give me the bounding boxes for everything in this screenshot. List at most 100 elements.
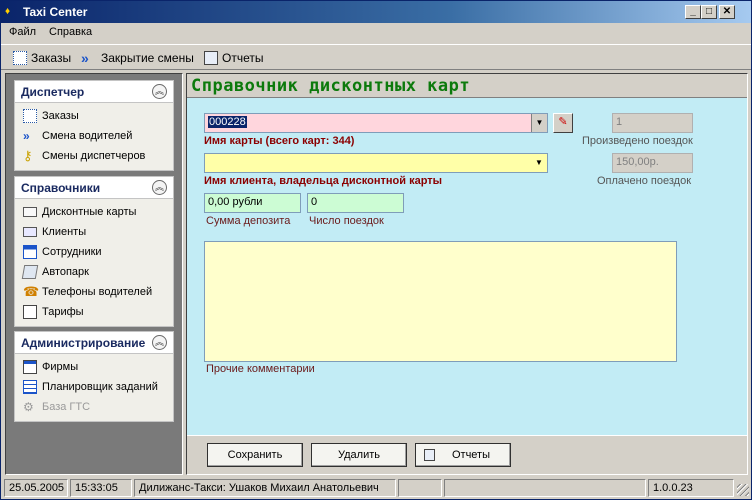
- card-name-value: 000228: [208, 116, 247, 128]
- toolbar-orders-button[interactable]: Заказы: [13, 50, 71, 66]
- trips-made-label: Произведено поездок: [582, 135, 693, 147]
- status-bar: 25.05.2005 15:33:05 Дилижанс-Такси: Ушак…: [1, 478, 751, 499]
- panel-dispatcher-header[interactable]: Диспетчер ︽: [15, 81, 173, 103]
- app-window: ♦ Taxi Center _ □ ✕ Файл Справка Заказы …: [0, 0, 752, 500]
- fleet-icon: [21, 265, 39, 279]
- sidebar-item-label: Тарифы: [42, 306, 84, 318]
- delete-button[interactable]: Удалить: [311, 443, 407, 467]
- menu-bar: Файл Справка: [1, 23, 751, 43]
- status-empty-1: [398, 479, 442, 497]
- toolbar-close-shift-button[interactable]: » Закрытие смены: [81, 50, 194, 66]
- toolbar-reports-button[interactable]: Отчеты: [204, 50, 263, 66]
- save-button[interactable]: Сохранить: [207, 443, 303, 467]
- key-icon: ⚷: [23, 148, 33, 163]
- sidebar-item-label: Сотрудники: [42, 246, 102, 258]
- panel-references: Справочники ︽ Дисконтные карты Клиенты С…: [14, 176, 174, 327]
- orders-icon: [23, 109, 37, 123]
- toolbar-orders-label: Заказы: [31, 51, 72, 65]
- comments-label: Прочие комментарии: [206, 363, 315, 375]
- edit-card-button[interactable]: ✎: [553, 113, 573, 133]
- menu-help[interactable]: Справка: [49, 26, 92, 38]
- sidebar-item-orders[interactable]: Заказы: [15, 106, 173, 126]
- sidebar-item-driver-shift[interactable]: » Смена водителей: [15, 126, 173, 146]
- discount-cards-form: Справочник дисконтных карт 000228 ▼ ✎ Им…: [186, 73, 748, 475]
- form-title-bar: Справочник дисконтных карт: [187, 74, 747, 98]
- panel-references-header[interactable]: Справочники ︽: [15, 177, 173, 199]
- resize-grip[interactable]: [737, 484, 749, 496]
- sidebar-item-fleet[interactable]: Автопарк: [15, 262, 173, 282]
- window-title: Taxi Center: [23, 5, 88, 19]
- close-button[interactable]: ✕: [719, 5, 735, 19]
- sidebar: Диспетчер ︽ Заказы » Смена водителей ⚷ Сме…: [5, 73, 183, 475]
- sidebar-item-tariffs[interactable]: Тарифы: [15, 302, 173, 322]
- panel-admin-header[interactable]: Администрирование ︽: [15, 332, 173, 354]
- sidebar-item-label: Телефоны водителей: [42, 286, 153, 298]
- sidebar-item-firms[interactable]: Фирмы: [15, 357, 173, 377]
- collapse-chevron-icon[interactable]: ︽: [152, 180, 167, 195]
- sidebar-item-label: Дисконтные карты: [42, 206, 137, 218]
- comments-textarea[interactable]: [204, 241, 677, 362]
- sidebar-item-task-scheduler[interactable]: Планировщик заданий: [15, 377, 173, 397]
- status-version: 1.0.0.23: [648, 479, 734, 497]
- deposit-label: Сумма депозита: [206, 215, 291, 227]
- report-icon: [204, 51, 218, 65]
- panel-dispatcher-title: Диспетчер: [21, 85, 85, 99]
- reports-button-label: Отчеты: [451, 449, 491, 461]
- sidebar-item-dispatcher-shifts[interactable]: ⚷ Смены диспетчеров: [15, 146, 173, 166]
- chevron-down-icon[interactable]: ▼: [531, 114, 547, 132]
- sidebar-item-label: Планировщик заданий: [42, 381, 158, 393]
- trips-count-field[interactable]: 0: [307, 193, 404, 213]
- panel-dispatcher: Диспетчер ︽ Заказы » Смена водителей ⚷ Сме…: [14, 80, 174, 171]
- page-title: Справочник дисконтных карт: [191, 76, 471, 96]
- collapse-chevron-icon[interactable]: ︽: [152, 335, 167, 350]
- orders-icon: [13, 51, 27, 65]
- sidebar-item-label: Автопарк: [42, 266, 89, 278]
- trips-made-field: 1: [612, 113, 693, 133]
- panel-admin-title: Администрирование: [21, 336, 146, 350]
- panel-references-title: Справочники: [21, 181, 101, 195]
- sidebar-item-label: Смены диспетчеров: [42, 150, 146, 162]
- status-user: Дилижанс-Такси: Ушаков Михаил Анатольеви…: [134, 479, 396, 497]
- sidebar-item-driver-phones[interactable]: ☎ Телефоны водителей: [15, 282, 173, 302]
- tariff-icon: [23, 305, 37, 319]
- double-arrow-icon: »: [81, 50, 89, 66]
- client-name-combo[interactable]: ▼: [204, 153, 548, 173]
- sidebar-item-label: Заказы: [42, 110, 79, 122]
- trips-paid-field: 150,00р.: [612, 153, 693, 173]
- form-button-bar: Сохранить Удалить Отчеты: [187, 435, 747, 474]
- trips-paid-label: Оплачено поездок: [597, 175, 692, 187]
- trips-count-label: Число поездок: [309, 215, 384, 227]
- report-icon: [424, 449, 435, 461]
- sidebar-item-gts-base: ⚙ База ГТС: [15, 397, 173, 417]
- client-name-label: Имя клиента, владельца дисконтной карты: [204, 175, 443, 187]
- deposit-field[interactable]: 0,00 рубли: [204, 193, 301, 213]
- minimize-button[interactable]: _: [685, 5, 701, 19]
- reports-button[interactable]: Отчеты: [415, 443, 511, 467]
- menu-file[interactable]: Файл: [9, 26, 36, 38]
- card-name-label: Имя карты (всего карт: 344): [204, 135, 355, 147]
- client-card-icon: [23, 227, 37, 237]
- sidebar-item-label: Смена водителей: [42, 130, 133, 142]
- panel-admin: Администрирование ︽ Фирмы Планировщик за…: [14, 331, 174, 422]
- title-bar: ♦ Taxi Center _ □ ✕: [1, 1, 751, 23]
- sidebar-item-discount-cards[interactable]: Дисконтные карты: [15, 202, 173, 222]
- card-name-combo[interactable]: 000228 ▼: [204, 113, 548, 133]
- card-icon: [23, 207, 37, 217]
- toolbar-close-shift-label: Закрытие смены: [101, 51, 194, 65]
- status-empty-2: [444, 479, 646, 497]
- maximize-button[interactable]: □: [701, 5, 717, 19]
- sidebar-item-clients[interactable]: Клиенты: [15, 222, 173, 242]
- status-time: 15:33:05: [70, 479, 132, 497]
- sidebar-item-label: Клиенты: [42, 226, 87, 238]
- chevron-down-icon[interactable]: ▼: [531, 154, 547, 172]
- employees-table-icon: [23, 245, 37, 259]
- toolbar-reports-label: Отчеты: [222, 51, 264, 65]
- collapse-chevron-icon[interactable]: ︽: [152, 84, 167, 99]
- sidebar-item-employees[interactable]: Сотрудники: [15, 242, 173, 262]
- calendar-icon: [23, 380, 37, 394]
- sidebar-item-label: Фирмы: [42, 361, 79, 373]
- database-icon: ⚙: [23, 400, 34, 414]
- taxi-app-icon: ♦: [5, 6, 11, 17]
- status-date: 25.05.2005: [4, 479, 68, 497]
- firm-icon: [23, 360, 37, 374]
